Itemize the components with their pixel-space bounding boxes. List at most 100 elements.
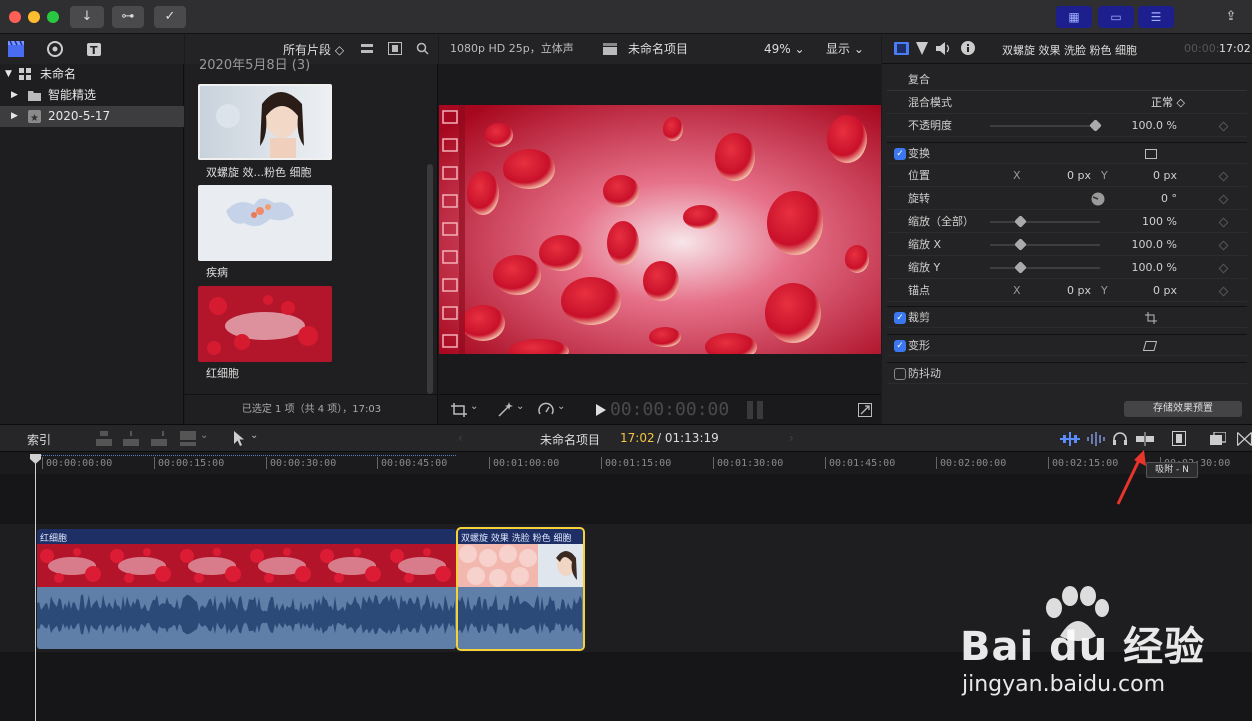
enhance-wand-icon[interactable] — [497, 402, 513, 418]
crop-tool-icon[interactable] — [451, 403, 467, 417]
timeline-clip-red-cells[interactable]: 红细胞 — [37, 529, 456, 649]
library-item-event[interactable]: ▶ ★ 2020-5-17 — [0, 106, 184, 127]
slider-knob[interactable] — [1014, 238, 1027, 251]
insert-clip-icon[interactable] — [123, 431, 139, 446]
share-button[interactable]: ⇪ — [1218, 6, 1244, 28]
anchor-x-value[interactable]: 0 px — [1041, 280, 1091, 302]
show-inspector-button[interactable]: ☰ — [1138, 6, 1174, 28]
opacity-value[interactable]: 100.0 % — [1107, 115, 1177, 137]
append-clip-icon[interactable] — [151, 431, 167, 446]
keyframe-button[interactable] — [1218, 121, 1229, 132]
select-tool-arrow-icon[interactable] — [234, 431, 246, 447]
slider-knob[interactable] — [1089, 119, 1102, 132]
svg-text:T: T — [90, 44, 98, 57]
keywords-button[interactable]: ⊶ — [112, 6, 144, 28]
edit-dropdown-chevron[interactable]: ⌄ — [200, 430, 208, 441]
effects-browser-icon[interactable] — [1210, 432, 1226, 445]
disclosure-open-icon[interactable]: ▼ — [5, 64, 12, 85]
fullscreen-icon[interactable] — [858, 403, 872, 417]
info-inspector-tab-icon[interactable] — [961, 41, 975, 55]
video-frame[interactable] — [439, 105, 881, 354]
clip-thumbnail-map[interactable] — [198, 185, 332, 261]
disclosure-closed-icon[interactable]: ▶ — [11, 85, 18, 106]
rotation-dial[interactable] — [1091, 192, 1105, 206]
stabilization-checkbox[interactable] — [894, 368, 906, 380]
tool-dropdown-chevron[interactable]: ⌄ — [250, 430, 258, 441]
anchor-y-value[interactable]: 0 px — [1127, 280, 1177, 302]
play-icon[interactable] — [596, 404, 606, 416]
scale-y-value[interactable]: 100.0 % — [1107, 257, 1177, 279]
scale-all-value[interactable]: 100 % — [1107, 211, 1177, 233]
crop-checkbox[interactable]: ✓ — [894, 312, 906, 324]
video-skimming-icon[interactable] — [1060, 432, 1080, 446]
slider-knob[interactable] — [1014, 261, 1027, 274]
library-item-untitled[interactable]: ▼ 未命名 — [0, 64, 184, 85]
playhead-handle-icon[interactable] — [30, 454, 41, 464]
connect-clip-icon[interactable] — [96, 431, 112, 446]
playhead[interactable] — [35, 458, 36, 721]
timeline-area[interactable]: 红细胞 双螺旋 效果 洗脸 粉色 细胞 吸附 - N Bai du 经验 jin… — [0, 450, 1252, 721]
library-item-smart-collections[interactable]: ▶ 智能精选 — [0, 85, 184, 106]
keyframe-button[interactable] — [1218, 240, 1229, 251]
clip-thumbnail-face[interactable] — [198, 84, 332, 160]
keyframe-button[interactable] — [1218, 194, 1229, 205]
snapping-icon[interactable] — [1136, 432, 1154, 446]
audio-skimming-icon[interactable] — [1087, 432, 1105, 446]
keyframe-button[interactable] — [1218, 286, 1229, 297]
clip-appearance-icon[interactable] — [361, 43, 373, 55]
rotation-value[interactable]: 0 ° — [1127, 188, 1177, 210]
position-x-value[interactable]: 0 px — [1041, 165, 1091, 187]
history-back-button[interactable]: ‹ — [458, 431, 463, 445]
scale-y-slider[interactable] — [990, 261, 1100, 274]
position-y-value[interactable]: 0 px — [1127, 165, 1177, 187]
enhance-dropdown-chevron[interactable]: ⌄ — [516, 401, 524, 412]
scale-x-value[interactable]: 100.0 % — [1107, 234, 1177, 256]
disclosure-closed-icon[interactable]: ▶ — [11, 106, 18, 127]
display-dropdown[interactable]: 显示 ⌄ — [826, 34, 864, 64]
show-timeline-button[interactable]: ▭ — [1098, 6, 1134, 28]
timeline-clip-face-selected[interactable]: 双螺旋 效果 洗脸 粉色 细胞 — [456, 527, 585, 651]
scale-all-slider[interactable] — [990, 215, 1100, 228]
history-forward-button[interactable]: › — [789, 431, 794, 445]
distort-checkbox[interactable]: ✓ — [894, 340, 906, 352]
scale-x-slider[interactable] — [990, 238, 1100, 251]
solo-headphones-icon[interactable] — [1112, 431, 1128, 446]
filmstrip-icon[interactable] — [388, 42, 402, 55]
keyframe-button[interactable] — [1218, 217, 1229, 228]
retime-gauge-icon[interactable] — [538, 402, 554, 418]
video-inspector-tab-icon[interactable] — [894, 42, 909, 55]
titles-generators-icon[interactable]: T — [85, 40, 103, 58]
keyframe-button[interactable] — [1218, 171, 1229, 182]
photos-audio-icon[interactable] — [46, 40, 64, 58]
clip-appearance-filmstrip-icon[interactable] — [1172, 431, 1186, 446]
transform-checkbox[interactable]: ✓ — [894, 148, 906, 160]
close-window-button[interactable] — [9, 11, 21, 23]
transitions-browser-icon[interactable] — [1237, 432, 1252, 446]
overwrite-clip-icon[interactable] — [180, 431, 196, 446]
browser-scrollbar[interactable] — [427, 164, 433, 394]
minimize-window-button[interactable] — [28, 11, 40, 23]
opacity-slider[interactable] — [990, 119, 1102, 132]
zoom-dropdown[interactable]: 49% ⌄ — [764, 34, 805, 64]
keyframe-button[interactable] — [1218, 263, 1229, 274]
crop-dropdown-chevron[interactable]: ⌄ — [470, 401, 478, 412]
background-tasks-button[interactable]: ✓ — [154, 6, 186, 28]
baidu-watermark: Bai du 经验 jingyan.baidu.com — [960, 586, 1204, 716]
crop-onscreen-icon[interactable] — [1145, 312, 1157, 324]
clip-thumbnail-cells[interactable] — [198, 286, 332, 362]
transform-onscreen-icon[interactable] — [1145, 149, 1157, 159]
search-icon[interactable] — [416, 42, 429, 55]
zoom-window-button[interactable] — [47, 11, 59, 23]
libraries-icon[interactable] — [7, 40, 25, 58]
index-button[interactable]: 索引 — [27, 431, 51, 448]
save-effects-preset-button[interactable]: 存储效果预置 — [1124, 401, 1242, 417]
distort-onscreen-icon[interactable] — [1143, 341, 1157, 351]
retime-dropdown-chevron[interactable]: ⌄ — [557, 401, 565, 412]
timeline-ruler[interactable]: 00:00:00:00 00:00:15:00 00:00:30:00 00:0… — [0, 452, 1252, 474]
show-browser-button[interactable]: ▦ — [1056, 6, 1092, 28]
blend-mode-dropdown[interactable]: 正常 ◇ — [1125, 92, 1185, 114]
color-inspector-tab-icon[interactable] — [916, 42, 928, 55]
import-button[interactable]: ↓ — [70, 6, 104, 28]
slider-knob[interactable] — [1014, 215, 1027, 228]
audio-inspector-tab-icon[interactable] — [936, 42, 952, 55]
